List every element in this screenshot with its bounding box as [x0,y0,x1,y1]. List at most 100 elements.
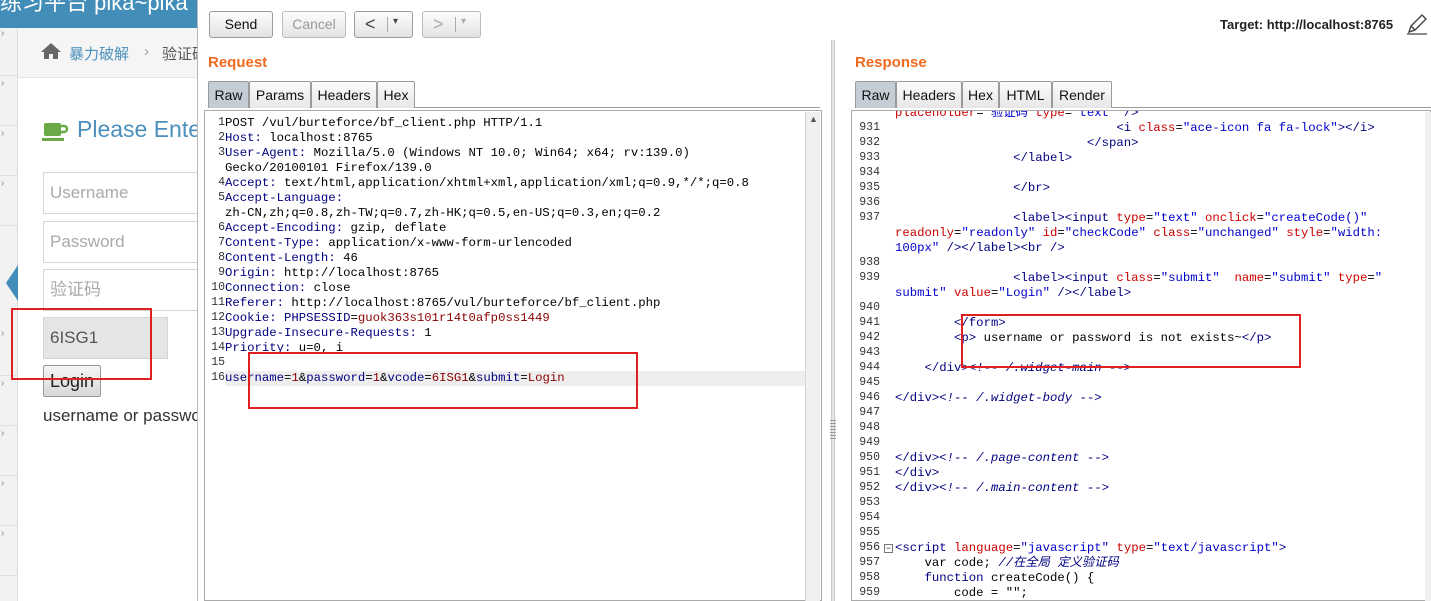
response-tab-render[interactable]: Render [1052,81,1112,108]
code-token: var code; [895,556,999,570]
response-line[interactable]: <i class="ace-icon fa fa-lock"></i> [895,121,1374,136]
scroll-up-icon[interactable]: ▲ [809,114,818,124]
request-scrollbar[interactable] [805,112,820,601]
request-line[interactable]: POST /vul/burteforce/bf_client.php HTTP/… [225,116,542,131]
sidebar-item[interactable]: › [0,128,18,176]
code-token: onclick [1204,211,1257,225]
line-number: 943 [859,346,880,359]
edit-target-icon[interactable] [1405,12,1429,36]
request-line[interactable]: User-Agent: Mozilla/5.0 (Windows NT 10.0… [225,146,690,161]
sidebar-item[interactable]: › [0,78,18,126]
header-value: application/x-www-form-urlencoded [320,236,572,250]
response-line[interactable]: <label><input class="submit" name="submi… [895,271,1382,286]
line-number: 939 [859,271,880,284]
code-token: "text/javascript" [1153,541,1279,555]
response-line[interactable]: </label> [895,151,1072,166]
param-equals: = [350,311,358,325]
code-token: = [1323,226,1331,240]
response-line[interactable]: </div> [895,466,939,481]
response-line[interactable]: code = ""; [895,586,1028,600]
response-line[interactable]: 100px" /></label><br /> [895,241,1065,256]
back-button[interactable]: < ▾ [354,11,413,38]
code-token: class [1116,271,1154,285]
chevron-down-icon[interactable]: ▾ [461,16,466,27]
request-line[interactable]: Cookie: PHPSESSID=guok363s101r14t0afp0ss… [225,311,550,326]
back-arrow-icon: < [365,14,376,34]
response-line[interactable]: var code; //在全局 定义验证码 [895,556,1119,571]
send-button[interactable]: Send [209,11,273,38]
code-token: /></label> [1050,286,1132,300]
header-name: Cookie: [225,311,277,325]
password-input[interactable]: Password [43,221,210,263]
panel-splitter[interactable] [831,40,835,601]
response-tab-hex[interactable]: Hex [962,81,999,108]
response-line[interactable]: <script language="javascript" type="text… [895,541,1286,556]
request-line[interactable]: Origin: http://localhost:8765 [225,266,439,281]
request-tab-raw[interactable]: Raw [208,81,249,108]
request-line[interactable]: Connection: close [225,281,350,296]
response-line[interactable]: readonly="readonly" id="checkCode" class… [895,226,1382,241]
response-line[interactable]: </div><!-- /.main-content --> [895,481,1109,496]
line-number: 7 [218,236,225,249]
response-title: Response [855,54,927,71]
highlight-box [248,352,638,409]
username-input[interactable]: Username [43,172,210,214]
response-tab-html[interactable]: HTML [999,81,1052,108]
header-value: close [306,281,351,295]
sidebar-item[interactable]: › [0,478,18,526]
header-name: Accept-Encoding: [225,221,344,235]
line-number: 959 [859,586,880,599]
request-tab-headers[interactable]: Headers [311,81,377,108]
request-tab-hex[interactable]: Hex [377,81,415,108]
request-line[interactable]: Host: localhost:8765 [225,131,373,146]
request-line[interactable]: Referer: http://localhost:8765/vul/burte… [225,296,660,311]
response-line[interactable]: placeholder="验证码"type="text" /> [895,110,1139,121]
request-line[interactable]: Content-Type: application/x-www-form-url… [225,236,572,251]
response-line[interactable]: </div><!-- /.page-content --> [895,451,1109,466]
code-token: "text" [1072,110,1117,120]
chevron-down-icon[interactable]: ▾ [393,16,398,27]
response-line[interactable]: submit" value="Login" /></label> [895,286,1131,301]
cancel-button[interactable]: Cancel [282,11,346,38]
vcode-input[interactable]: 验证码 [43,269,210,311]
code-token: class [1153,226,1191,240]
request-line[interactable]: Content-Length: 46 [225,251,358,266]
fold-toggle-icon[interactable]: − [884,544,893,553]
request-text: zh-CN,zh;q=0.8,zh-TW;q=0.7,zh-HK;q=0.5,e… [225,206,661,220]
request-tab-params[interactable]: Params [249,81,311,108]
code-token: <label><input [1013,271,1117,285]
line-number: 10 [211,281,225,294]
home-icon[interactable] [40,42,62,60]
request-line[interactable]: Accept: text/html,application/xhtml+xml,… [225,176,749,191]
sidebar-item[interactable]: › [0,428,18,476]
response-scrollbar[interactable] [1425,112,1431,601]
line-number: 950 [859,451,880,464]
response-tab-raw[interactable]: Raw [855,81,896,108]
request-line[interactable]: Gecko/20100101 Firefox/139.0 [225,161,432,176]
response-line[interactable]: </div><!-- /.widget-body --> [895,391,1102,406]
sidebar-item[interactable]: › [0,28,18,76]
code-token: createCode() { [983,571,1095,585]
splitter-grip-icon[interactable] [830,420,836,440]
request-line[interactable]: zh-CN,zh;q=0.8,zh-TW;q=0.7,zh-HK;q=0.5,e… [225,206,660,221]
code-token: = [976,110,984,120]
code-token: function [924,571,984,585]
request-line[interactable]: Accept-Encoding: gzip, deflate [225,221,446,236]
sidebar-item[interactable]: › [0,528,18,576]
sidebar-item[interactable]: › [0,178,18,226]
breadcrumb-link[interactable]: 暴力破解 [69,43,129,64]
response-line[interactable]: <label><input type="text" onclick="creat… [895,211,1367,226]
header-name: Upgrade-Insecure-Requests: [225,326,417,340]
response-line[interactable]: </br> [895,181,1050,196]
sidebar-item[interactable]: › [0,378,18,426]
response-tab-headers[interactable]: Headers [896,81,962,108]
header-name: Content-Length: [225,251,336,265]
response-line[interactable]: </span> [895,136,1139,151]
request-line[interactable]: Upgrade-Insecure-Requests: 1 [225,326,432,341]
forward-button[interactable]: > ▾ [422,11,481,38]
highlight-box [961,314,1301,368]
request-line[interactable]: Accept-Language: [225,191,343,206]
code-token: = [1153,271,1161,285]
response-line[interactable]: function createCode() { [895,571,1095,586]
